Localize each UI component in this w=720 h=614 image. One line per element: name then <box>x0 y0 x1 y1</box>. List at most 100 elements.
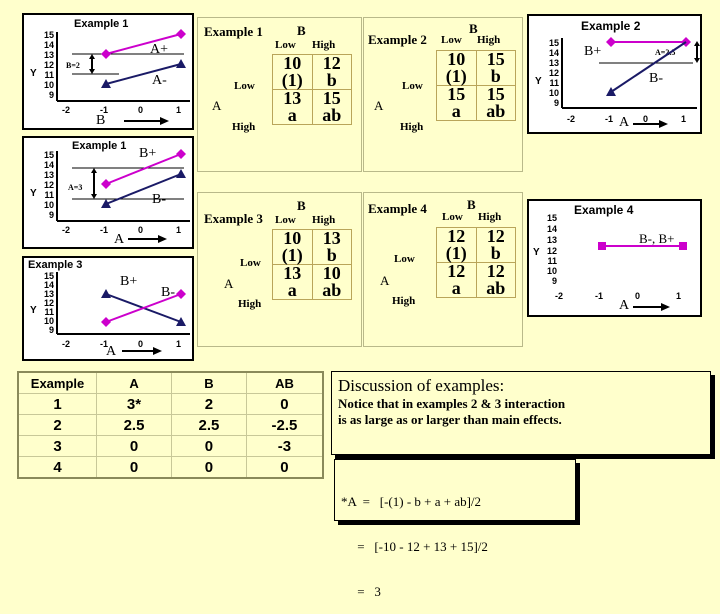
row-header-high: High <box>400 121 424 133</box>
formula-line-1: *A = [-(1) - b + a + ab]/2 <box>341 494 482 509</box>
cell-high-low: 13 a <box>272 89 313 125</box>
chart-example3: Example 3 15 14 13 12 11 10 9 Y -2 -1 0 … <box>22 256 194 361</box>
formula-line-3: = 3 <box>341 584 381 599</box>
data-grid: 10 (1) 12 b 13 a 15 ab <box>272 54 352 125</box>
table-card-example3: Example 3 B Low High A Low High 10 (1) 13… <box>197 192 362 347</box>
row-group-label: A <box>224 276 234 291</box>
row-group-label: A <box>374 98 384 113</box>
summary-header-a: A <box>96 371 172 394</box>
discussion-line-2: is as large as or larger than main effec… <box>338 412 562 427</box>
row-header-low: Low <box>394 253 415 265</box>
cell-high-high: 15 ab <box>475 85 516 121</box>
discussion-box: Discussion of examples: Notice that in e… <box>331 371 711 455</box>
summary-cell: 0 <box>96 456 172 479</box>
cell-low-low: 10 (1) <box>272 229 313 265</box>
table-row: 13 a 15 ab <box>272 89 352 125</box>
row-group-label: A <box>380 273 390 288</box>
row-header-low: Low <box>402 80 423 92</box>
cell-low-high: 12 b <box>311 54 352 90</box>
col-header-low: Low <box>275 214 296 226</box>
summary-cell: -3 <box>245 435 324 457</box>
summary-cell: 2 <box>170 393 247 415</box>
table-row: 10 (1) 15 b <box>436 50 516 86</box>
summary-cell: -2.5 <box>245 414 324 436</box>
summary-cell: 4 <box>17 456 98 479</box>
row-header-high: High <box>238 298 262 310</box>
row-header-low: Low <box>234 80 255 92</box>
table-example-label: Example 2 <box>368 32 427 47</box>
chart-canvas <box>56 272 190 355</box>
chart-example2: Example 2 15 14 13 12 11 10 9 Y -2 -1 0 … <box>527 14 702 134</box>
data-grid: 10 (1) 15 b 15 a 15 ab <box>436 50 516 121</box>
table-row: 10 (1) 12 b <box>272 54 352 90</box>
effects-summary-table: Example A B AB 1 3* 2 0 2 2.5 2.5 -2.5 3… <box>17 371 324 479</box>
col-header-low: Low <box>275 39 296 51</box>
cell-high-high: 15 ab <box>311 89 352 125</box>
chart-canvas <box>561 37 700 128</box>
cell-high-low: 12 a <box>436 262 477 298</box>
discussion-heading: Discussion of examples: <box>338 376 505 395</box>
table-row: 3 0 0 -3 <box>17 435 324 457</box>
chart-example1-vs-a: Example 1 15 14 13 12 11 10 9 Y -2 -1 0 … <box>22 136 194 249</box>
summary-cell: 2.5 <box>170 414 247 436</box>
summary-cell: 2 <box>17 414 98 436</box>
table-row: 12 (1) 12 b <box>436 227 516 263</box>
table-example-label: Example 1 <box>204 24 263 39</box>
table-card-example1: Example 1 B Low High A Low High 10 (1) 12… <box>197 17 362 172</box>
summary-cell: 0 <box>245 393 324 415</box>
cell-low-high: 15 b <box>475 50 516 86</box>
table-row: 2 2.5 2.5 -2.5 <box>17 414 324 436</box>
col-group-label: B <box>467 197 476 212</box>
summary-header-ab: AB <box>245 371 324 394</box>
summary-cell: 0 <box>96 435 172 457</box>
col-header-high: High <box>312 39 336 51</box>
cell-low-high: 13 b <box>311 229 352 265</box>
summary-cell: 3 <box>17 435 98 457</box>
chart-canvas <box>56 29 190 125</box>
summary-cell: 0 <box>170 456 247 479</box>
data-grid: 10 (1) 13 b 13 a 10 ab <box>272 229 352 300</box>
row-header-high: High <box>392 295 416 307</box>
table-row: 12 a 12 ab <box>436 262 516 298</box>
formula-line-2: = [-10 - 12 + 13 + 15]/2 <box>341 539 488 554</box>
cell-high-high: 10 ab <box>311 264 352 300</box>
chart-canvas <box>598 242 687 311</box>
chart-example4: Example 4 15 14 13 12 11 10 9 Y -2 -1 0 … <box>527 199 702 317</box>
col-group-label: B <box>297 198 306 213</box>
chart-example1-vs-b: Example 1 15 14 13 12 11 10 9 Y -2 -1 0 … <box>22 13 194 130</box>
col-header-low: Low <box>442 211 463 223</box>
col-header-low: Low <box>441 34 462 46</box>
summary-cell: 2.5 <box>96 414 172 436</box>
table-header-row: Example A B AB <box>17 371 324 394</box>
col-header-high: High <box>312 214 336 226</box>
col-header-high: High <box>478 211 502 223</box>
row-header-low: Low <box>240 257 261 269</box>
table-row: 13 a 10 ab <box>272 264 352 300</box>
col-header-high: High <box>477 34 501 46</box>
table-row: 4 0 0 0 <box>17 456 324 479</box>
summary-cell: 1 <box>17 393 98 415</box>
summary-cell: 0 <box>170 435 247 457</box>
table-card-example4: Example 4 B Low High A Low High 12 (1) 12… <box>363 192 523 347</box>
data-grid: 12 (1) 12 b 12 a 12 ab <box>436 227 516 298</box>
cell-high-high: 12 ab <box>475 262 516 298</box>
cell-low-low: 10 (1) <box>272 54 313 90</box>
row-group-label: A <box>212 98 222 113</box>
chart-canvas <box>56 149 190 243</box>
cell-high-low: 15 a <box>436 85 477 121</box>
discussion-line-1: Notice that in examples 2 & 3 interactio… <box>338 396 566 411</box>
table-card-example2: Example 2 B Low High A Low High 10 (1) 15… <box>363 17 523 172</box>
summary-header-b: B <box>170 371 247 394</box>
cell-low-low: 12 (1) <box>436 227 477 263</box>
table-row: 1 3* 2 0 <box>17 393 324 415</box>
table-example-label: Example 3 <box>204 211 263 226</box>
summary-header-example: Example <box>17 371 98 394</box>
formula-box: *A = [-(1) - b + a + ab]/2 = [-10 - 12 +… <box>334 459 576 599</box>
table-row: 15 a 15 ab <box>436 85 516 121</box>
cell-low-low: 10 (1) <box>436 50 477 86</box>
col-group-label: B <box>297 23 306 38</box>
table-row: 10 (1) 13 b <box>272 229 352 265</box>
cell-high-low: 13 a <box>272 264 313 300</box>
row-header-high: High <box>232 121 256 133</box>
cell-low-high: 12 b <box>475 227 516 263</box>
